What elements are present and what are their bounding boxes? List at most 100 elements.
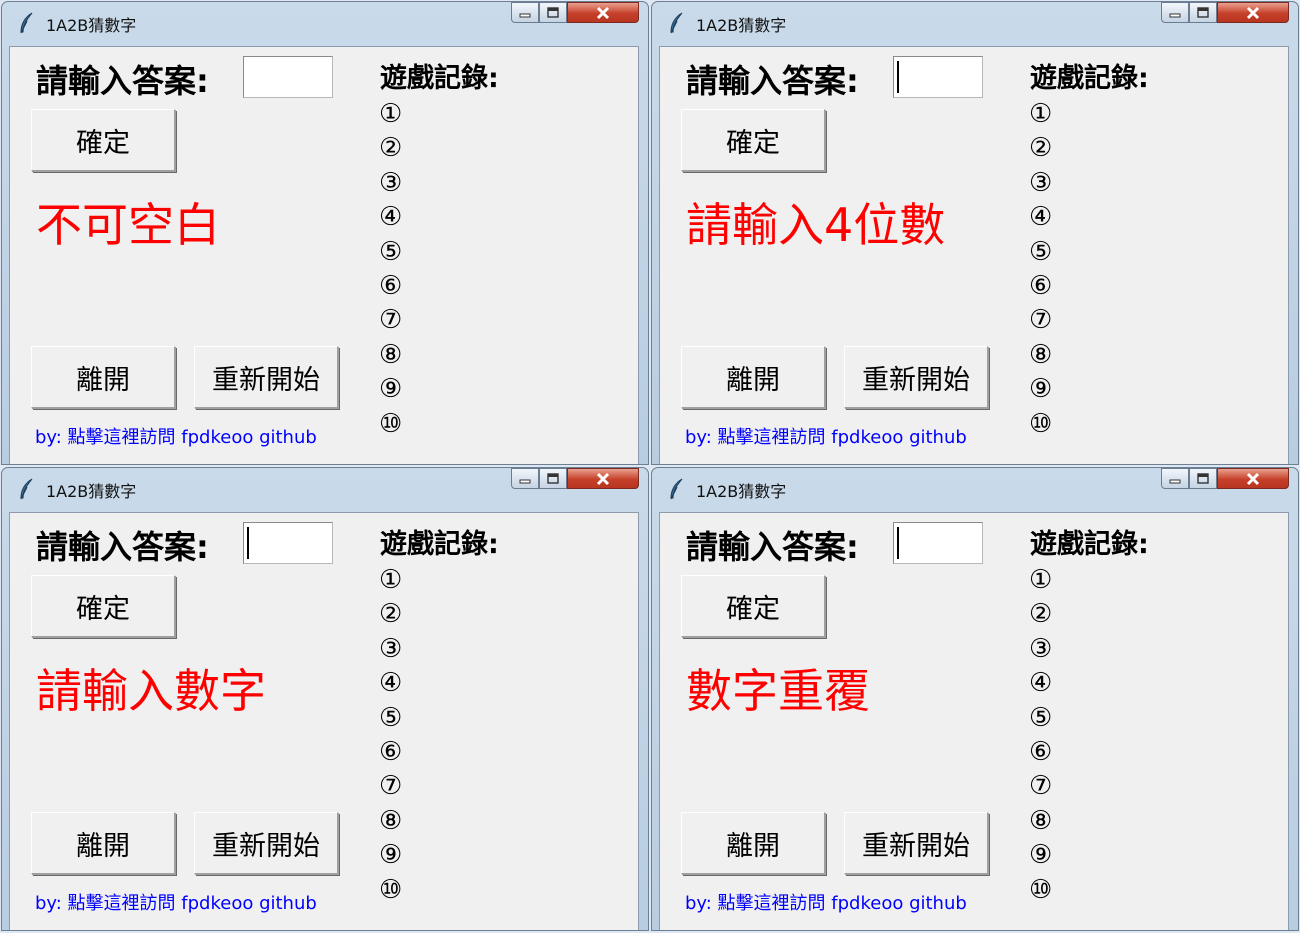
- history-item: ④: [1029, 668, 1053, 699]
- maximize-button[interactable]: [1189, 468, 1217, 489]
- exit-button[interactable]: 離開: [681, 812, 825, 874]
- answer-input[interactable]: [893, 56, 983, 98]
- history-list: ① ② ③ ④ ⑤ ⑥ ⑦ ⑧ ⑨ ⑩: [379, 97, 402, 441]
- history-item: ⑦: [379, 305, 403, 336]
- confirm-button[interactable]: 確定: [31, 109, 175, 171]
- history-list: ① ② ③ ④ ⑤ ⑥ ⑦ ⑧ ⑨ ⑩: [1029, 97, 1052, 441]
- confirm-button[interactable]: 確定: [31, 575, 175, 637]
- feather-icon: [16, 12, 38, 34]
- window-empty-error: 1A2B猜數字 請輸入答案: 確定 不可空白 離開 重新開始 by: 點擊這裡訪…: [1, 1, 649, 465]
- feather-icon: [16, 478, 38, 500]
- history-item: ⑩: [379, 408, 403, 439]
- history-item: ①: [1029, 565, 1053, 595]
- confirm-button[interactable]: 確定: [681, 109, 825, 171]
- window-duplicate-error: 1A2B猜數字 請輸入答案: 確定 數字重覆 離開 重新開始 by: 點擊這裡訪…: [651, 467, 1299, 931]
- history-item: ⑩: [379, 874, 403, 905]
- history-item: ②: [379, 133, 403, 164]
- client-area: 請輸入答案: 確定 請輸入數字 離開 重新開始 by: 點擊這裡訪問 fpdke…: [9, 512, 639, 930]
- validation-message: 請輸入數字: [36, 664, 266, 718]
- history-title: 遊戲記錄:: [1030, 529, 1149, 560]
- history-item: ⑤: [1029, 236, 1053, 267]
- title-bar[interactable]: 1A2B猜數字: [2, 468, 648, 508]
- close-button[interactable]: [567, 468, 639, 489]
- history-item: ①: [379, 99, 403, 129]
- history-item: ③: [379, 633, 403, 664]
- github-credit-link[interactable]: by: 點擊這裡訪問 fpdkeoo github: [685, 889, 967, 915]
- history-item: ⑥: [379, 736, 403, 767]
- close-button[interactable]: [1217, 2, 1289, 23]
- feather-icon: [666, 478, 688, 500]
- text-cursor: [247, 527, 249, 559]
- answer-prompt-label: 請輸入答案:: [36, 528, 209, 566]
- maximize-icon: [1197, 7, 1209, 18]
- history-item: ③: [1029, 633, 1053, 664]
- history-item: ⑨: [379, 374, 403, 405]
- history-item: ③: [1029, 167, 1053, 198]
- restart-button[interactable]: 重新開始: [194, 812, 338, 874]
- restart-button[interactable]: 重新開始: [844, 346, 988, 408]
- minimize-button[interactable]: [1161, 468, 1189, 489]
- history-item: ⑧: [1029, 339, 1053, 370]
- history-item: ⑩: [1029, 874, 1053, 905]
- history-item: ⑥: [379, 270, 403, 301]
- close-button[interactable]: [1217, 468, 1289, 489]
- close-icon: [595, 472, 611, 486]
- close-icon: [1245, 6, 1261, 20]
- minimize-icon: [1169, 474, 1181, 484]
- history-item: ⑧: [379, 339, 403, 370]
- window-title: 1A2B猜數字: [696, 16, 787, 35]
- history-item: ⑧: [379, 805, 403, 836]
- minimize-button[interactable]: [511, 468, 539, 489]
- minimize-icon: [519, 474, 531, 484]
- validation-message: 數字重覆: [686, 664, 870, 718]
- history-item: ②: [1029, 133, 1053, 164]
- maximize-icon: [547, 7, 559, 18]
- minimize-icon: [519, 8, 531, 18]
- validation-message: 不可空白: [36, 198, 220, 252]
- validation-message: 請輸入4位數: [686, 198, 946, 252]
- github-credit-link[interactable]: by: 點擊這裡訪問 fpdkeoo github: [685, 423, 967, 449]
- title-bar[interactable]: 1A2B猜數字: [652, 468, 1298, 508]
- history-item: ③: [379, 167, 403, 198]
- history-item: ②: [379, 599, 403, 630]
- title-bar[interactable]: 1A2B猜數字: [652, 2, 1298, 42]
- answer-prompt-label: 請輸入答案:: [686, 62, 859, 100]
- history-item: ⑥: [1029, 736, 1053, 767]
- history-item: ⑤: [1029, 702, 1053, 733]
- text-cursor: [897, 61, 899, 93]
- restart-button[interactable]: 重新開始: [844, 812, 988, 874]
- close-icon: [595, 6, 611, 20]
- answer-input[interactable]: [243, 522, 333, 564]
- history-item: ④: [1029, 202, 1053, 233]
- maximize-button[interactable]: [1189, 2, 1217, 23]
- confirm-button[interactable]: 確定: [681, 575, 825, 637]
- history-item: ④: [379, 202, 403, 233]
- window-title: 1A2B猜數字: [696, 482, 787, 501]
- history-item: ④: [379, 668, 403, 699]
- minimize-button[interactable]: [1161, 2, 1189, 23]
- history-list: ① ② ③ ④ ⑤ ⑥ ⑦ ⑧ ⑨ ⑩: [379, 563, 402, 907]
- history-item: ⑦: [1029, 305, 1053, 336]
- github-credit-link[interactable]: by: 點擊這裡訪問 fpdkeoo github: [35, 889, 317, 915]
- maximize-button[interactable]: [539, 468, 567, 489]
- maximize-icon: [547, 473, 559, 484]
- answer-input[interactable]: [243, 56, 333, 98]
- history-title: 遊戲記錄:: [380, 63, 499, 94]
- maximize-button[interactable]: [539, 2, 567, 23]
- title-bar[interactable]: 1A2B猜數字: [2, 2, 648, 42]
- minimize-button[interactable]: [511, 2, 539, 23]
- history-item: ⑧: [1029, 805, 1053, 836]
- restart-button[interactable]: 重新開始: [194, 346, 338, 408]
- exit-button[interactable]: 離開: [681, 346, 825, 408]
- github-credit-link[interactable]: by: 點擊這裡訪問 fpdkeoo github: [35, 423, 317, 449]
- history-item: ⑥: [1029, 270, 1053, 301]
- exit-button[interactable]: 離開: [31, 346, 175, 408]
- history-list: ① ② ③ ④ ⑤ ⑥ ⑦ ⑧ ⑨ ⑩: [1029, 563, 1052, 907]
- window-number-error: 1A2B猜數字 請輸入答案: 確定 請輸入數字 離開 重新開始 by: 點擊這裡…: [1, 467, 649, 931]
- history-item: ②: [1029, 599, 1053, 630]
- exit-button[interactable]: 離開: [31, 812, 175, 874]
- close-button[interactable]: [567, 2, 639, 23]
- history-item: ⑤: [379, 702, 403, 733]
- answer-input[interactable]: [893, 522, 983, 564]
- client-area: 請輸入答案: 確定 請輸入4位數 離開 重新開始 by: 點擊這裡訪問 fpdk…: [659, 46, 1289, 464]
